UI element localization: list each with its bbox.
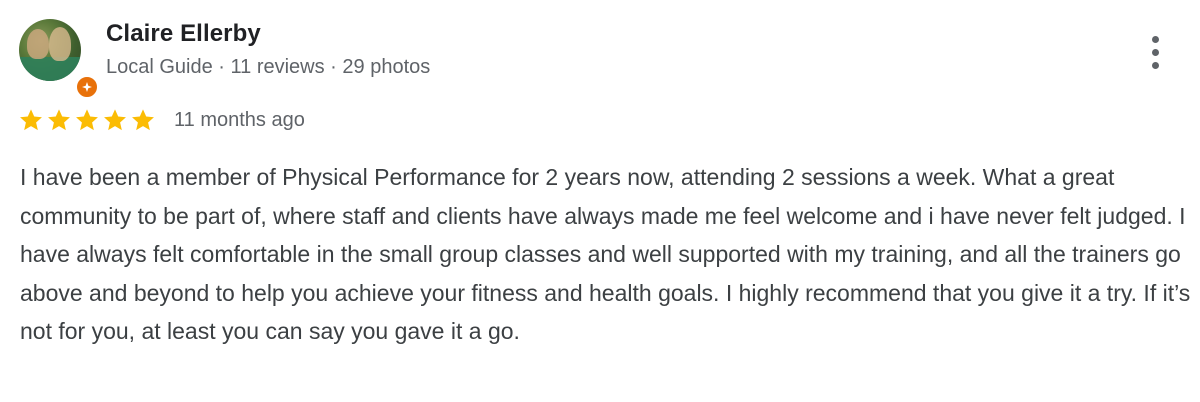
rating-row: 11 months ago	[18, 106, 305, 134]
star-icon	[48, 109, 70, 131]
star-icon	[76, 109, 98, 131]
avatar[interactable]	[19, 19, 99, 99]
star-icon	[20, 109, 42, 131]
review-time: 11 months ago	[174, 108, 305, 131]
star-rating	[18, 107, 156, 133]
review-text: I have been a member of Physical Perform…	[20, 164, 1191, 345]
star-icon	[104, 109, 126, 131]
review-card: Claire Ellerby Local Guide · 11 reviews …	[0, 0, 1200, 402]
local-guide-star-icon	[75, 75, 99, 99]
reviewer-meta[interactable]: Local Guide · 11 reviews · 29 photos	[106, 56, 430, 79]
star-icon	[132, 109, 154, 131]
more-vert-icon	[1151, 35, 1159, 43]
reviewer-name[interactable]: Claire Ellerby	[106, 20, 261, 48]
avatar-photo	[19, 19, 81, 81]
more-options-button[interactable]	[1138, 30, 1172, 74]
